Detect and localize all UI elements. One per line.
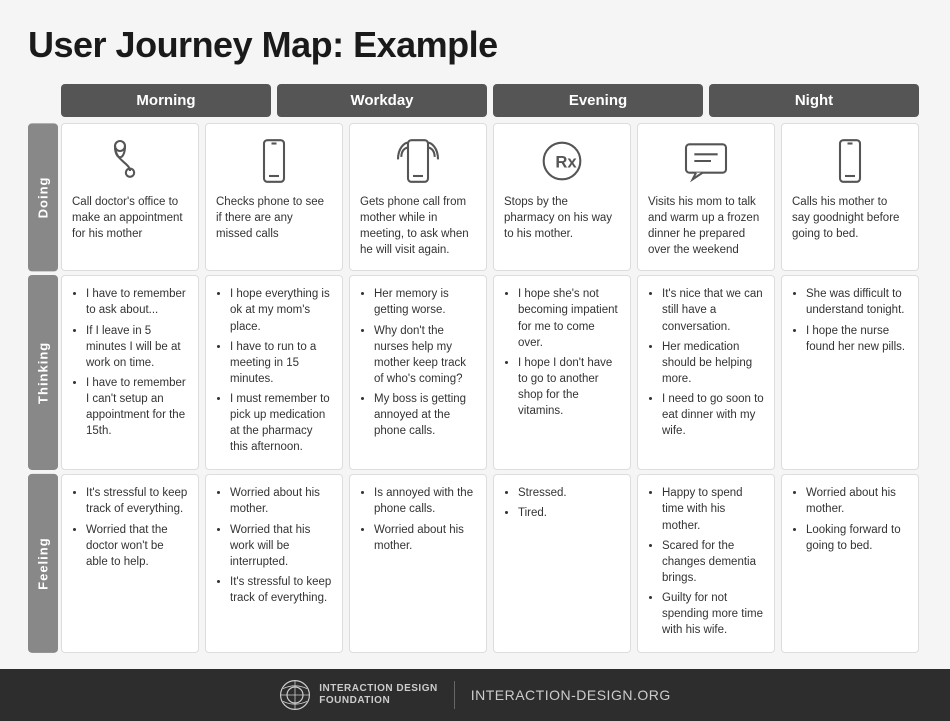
thinking-item: I have to remember to ask about... — [86, 286, 188, 318]
chat-icon — [681, 136, 731, 186]
doing-text-visitmom: Visits his mom to talk and warm up a fro… — [648, 194, 764, 258]
doing-text-evening: Stops by the pharmacy on his way to his … — [504, 194, 620, 242]
feeling-list-evening: Stressed. Tired. — [504, 485, 620, 521]
thinking-label: Thinking — [28, 275, 58, 470]
feeling-item: Scared for the changes dementia brings. — [662, 538, 764, 586]
feeling-item: Worried that the doctor won't be able to… — [86, 522, 188, 570]
feeling-item: Worried that his work will be interrupte… — [230, 522, 332, 570]
feeling-item: It's stressful to keep track of everythi… — [86, 485, 188, 517]
thinking-row: Thinking I have to remember to ask about… — [28, 275, 922, 470]
thinking-item: I hope everything is ok at my mom's plac… — [230, 286, 332, 334]
doing-text-workday: Checks phone to see if there are any mis… — [216, 194, 332, 242]
page-title: User Journey Map: Example — [28, 24, 922, 66]
doing-cell-phonecall: Gets phone call from mother while in mee… — [349, 123, 487, 271]
footer-org-line1: INTERACTION DESIGN — [319, 683, 437, 695]
doing-cells: Call doctor's office to make an appointm… — [58, 123, 922, 271]
feeling-cell-night: Worried about his mother. Looking forwar… — [781, 474, 919, 653]
thinking-cell-workday: I hope everything is ok at my mom's plac… — [205, 275, 343, 470]
doing-row: Doing Call doctor's office to make an ap… — [28, 123, 922, 271]
feeling-row: Feeling It's stressful to keep track of … — [28, 474, 922, 653]
thinking-item: I have to remember I can't setup an appo… — [86, 375, 188, 439]
thinking-list-evening: I hope she's not becoming impatient for … — [504, 286, 620, 419]
journey-map: Morning Workday Evening Night Doing — [28, 84, 922, 653]
feeling-cell-visitmom: Happy to spend time with his mother. Sca… — [637, 474, 775, 653]
thinking-cell-morning: I have to remember to ask about... If I … — [61, 275, 199, 470]
stethoscope-icon — [105, 136, 155, 186]
thinking-item: I hope the nurse found her new pills. — [806, 323, 908, 355]
footer-divider — [454, 681, 455, 709]
thinking-item: I hope she's not becoming impatient for … — [518, 286, 620, 350]
feeling-item: It's stressful to keep track of everythi… — [230, 574, 332, 606]
idf-logo-icon — [279, 679, 311, 711]
thinking-cells: I have to remember to ask about... If I … — [58, 275, 922, 470]
feeling-item: Worried about his mother. — [806, 485, 908, 517]
feeling-list-workday: Worried about his mother. Worried that h… — [216, 485, 332, 606]
phase-headers: Morning Workday Evening Night — [58, 84, 922, 117]
doing-label: Doing — [28, 123, 58, 271]
phone-icon — [249, 136, 299, 186]
thinking-item: I have to run to a meeting in 15 minutes… — [230, 339, 332, 387]
thinking-list-night: She was difficult to understand tonight.… — [792, 286, 908, 354]
thinking-cell-phonecall: Her memory is getting worse. Why don't t… — [349, 275, 487, 470]
doing-cell-workday: Checks phone to see if there are any mis… — [205, 123, 343, 271]
feeling-item: Tired. — [518, 505, 620, 521]
doing-text-morning: Call doctor's office to make an appointm… — [72, 194, 188, 242]
thinking-list-phonecall: Her memory is getting worse. Why don't t… — [360, 286, 476, 439]
feeling-item: Stressed. — [518, 485, 620, 501]
phase-morning: Morning — [61, 84, 271, 117]
feeling-item: Happy to spend time with his mother. — [662, 485, 764, 533]
feeling-list-visitmom: Happy to spend time with his mother. Sca… — [648, 485, 764, 638]
thinking-item: I must remember to pick up medication at… — [230, 391, 332, 455]
phase-night: Night — [709, 84, 919, 117]
feeling-cells: It's stressful to keep track of everythi… — [58, 474, 922, 653]
feeling-item: Worried about his mother. — [374, 522, 476, 554]
phase-evening: Evening — [493, 84, 703, 117]
feeling-item: Guilty for not spending more time with h… — [662, 590, 764, 638]
thinking-list-morning: I have to remember to ask about... If I … — [72, 286, 188, 439]
doing-text-phonecall: Gets phone call from mother while in mee… — [360, 194, 476, 258]
footer: INTERACTION DESIGN FOUNDATION INTERACTIO… — [0, 669, 950, 721]
doing-text-night: Calls his mother to say goodnight before… — [792, 194, 908, 242]
thinking-item: I hope I don't have to go to another sho… — [518, 355, 620, 419]
feeling-label: Feeling — [28, 474, 58, 653]
doing-cell-morning: Call doctor's office to make an appointm… — [61, 123, 199, 271]
thinking-item: Her medication should be helping more. — [662, 339, 764, 387]
doing-cell-night: Calls his mother to say goodnight before… — [781, 123, 919, 271]
thinking-cell-evening: I hope she's not becoming impatient for … — [493, 275, 631, 470]
thinking-list-workday: I hope everything is ok at my mom's plac… — [216, 286, 332, 455]
footer-org-name: INTERACTION DESIGN FOUNDATION — [319, 683, 437, 707]
night-phone-icon — [825, 136, 875, 186]
doing-cell-visitmom: Visits his mom to talk and warm up a fro… — [637, 123, 775, 271]
footer-url: INTERACTION-DESIGN.ORG — [471, 687, 671, 703]
thinking-item: Her memory is getting worse. — [374, 286, 476, 318]
svg-text:Rx: Rx — [555, 153, 577, 172]
feeling-cell-workday: Worried about his mother. Worried that h… — [205, 474, 343, 653]
doing-cell-evening: Rx Stops by the pharmacy on his way to h… — [493, 123, 631, 271]
thinking-item: If I leave in 5 minutes I will be at wor… — [86, 323, 188, 371]
feeling-item: Looking forward to going to bed. — [806, 522, 908, 554]
thinking-item: I need to go soon to eat dinner with my … — [662, 391, 764, 439]
ringing-phone-icon — [393, 136, 443, 186]
feeling-item: Is annoyed with the phone calls. — [374, 485, 476, 517]
thinking-item: My boss is getting annoyed at the phone … — [374, 391, 476, 439]
pharmacy-icon: Rx — [537, 136, 587, 186]
footer-org-line2: FOUNDATION — [319, 695, 437, 707]
thinking-list-visitmom: It's nice that we can still have a conve… — [648, 286, 764, 439]
thinking-cell-visitmom: It's nice that we can still have a conve… — [637, 275, 775, 470]
feeling-list-night: Worried about his mother. Looking forwar… — [792, 485, 908, 553]
thinking-item: Why don't the nurses help my mother keep… — [374, 323, 476, 387]
feeling-cell-evening: Stressed. Tired. — [493, 474, 631, 653]
feeling-item: Worried about his mother. — [230, 485, 332, 517]
feeling-list-morning: It's stressful to keep track of everythi… — [72, 485, 188, 569]
phase-workday: Workday — [277, 84, 487, 117]
thinking-cell-night: She was difficult to understand tonight.… — [781, 275, 919, 470]
footer-logo: INTERACTION DESIGN FOUNDATION — [279, 679, 437, 711]
feeling-list-phonecall: Is annoyed with the phone calls. Worried… — [360, 485, 476, 553]
feeling-cell-phonecall: Is annoyed with the phone calls. Worried… — [349, 474, 487, 653]
feeling-cell-morning: It's stressful to keep track of everythi… — [61, 474, 199, 653]
thinking-item: She was difficult to understand tonight. — [806, 286, 908, 318]
thinking-item: It's nice that we can still have a conve… — [662, 286, 764, 334]
